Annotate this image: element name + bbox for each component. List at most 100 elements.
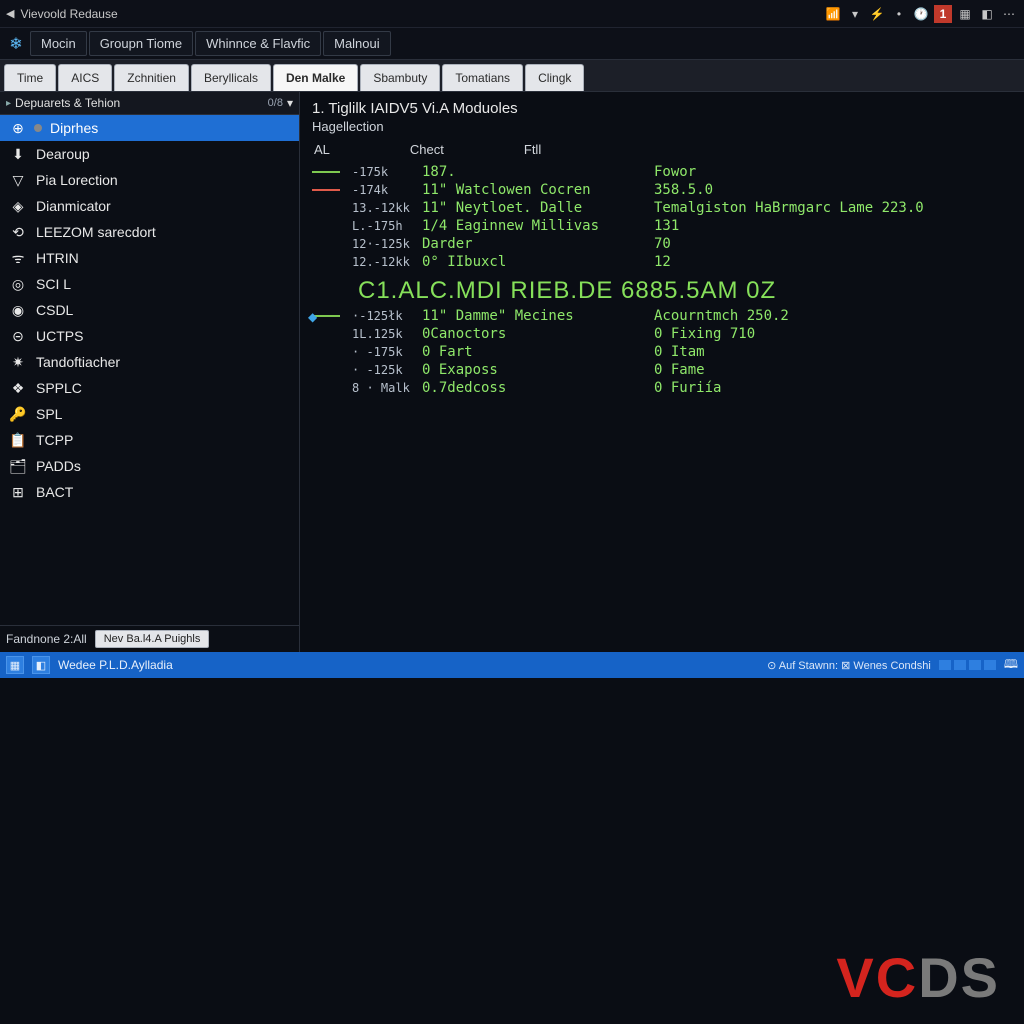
sidebar-item[interactable]: ⊞BACT	[0, 479, 299, 505]
sidebar-item[interactable]: 📋TCPP	[0, 427, 299, 453]
row-tick: L.-175h	[352, 219, 410, 233]
sidebar-item[interactable]: ◎ SCI L	[0, 271, 299, 297]
sidebar-footer: Fandnone 2:All Nev Ba.l4.A Puighls	[0, 625, 299, 652]
titlebar-text: Vievoold Redause	[20, 7, 117, 21]
tree-item-label: SCI L	[36, 276, 71, 292]
tree-item-icon: ▽	[8, 170, 28, 190]
tray-window-icon[interactable]: ◧	[978, 5, 996, 23]
system-tray: 📶 ▾ ⚡ • 🕐 1 ▦ ◧ ⋯	[824, 5, 1018, 23]
sidebar-count-badge: 0/8	[268, 97, 283, 109]
tab-7[interactable]: Clingk	[525, 64, 584, 91]
menu-item-1[interactable]: Groupn Tiome	[89, 31, 193, 56]
diamond-icon: ◆	[308, 310, 317, 324]
row-value-b: 11" Damme" Mecines	[422, 308, 642, 324]
tree-item-icon: ◈	[8, 196, 28, 216]
data-row: 8 · Malk0.7dedcoss0 Furiía	[312, 379, 1012, 397]
row-value-c: 0 Furiía	[654, 380, 721, 396]
sidebar-item[interactable]: ❖SPPLC	[0, 375, 299, 401]
row-value-b: 0° IIbuxcl	[422, 254, 642, 270]
data-row: 12·-125kDarder70	[312, 235, 1012, 253]
row-value-b: 11" Neytloet. Dalle	[422, 200, 642, 216]
tray-pin-icon: •	[890, 5, 908, 23]
sidebar-item[interactable]: ◉CSDL	[0, 297, 299, 323]
chevron-down-icon[interactable]: ▾	[287, 96, 293, 110]
tree-item-label: Dianmicator	[36, 198, 111, 214]
tree-item-label: SPL	[36, 406, 62, 422]
big-code-line: C1.ALC.MDI RIEB.DE 6885.5AM 0Z	[312, 271, 1012, 307]
data-row: -174k11" Watclowen Cocren358.5.0	[312, 181, 1012, 199]
data-row: ·-125łk11" Damme" MecinesAcourntmch 250.…	[312, 307, 1012, 325]
status-icon-1[interactable]: ▦	[6, 656, 24, 674]
row-marker-icon	[312, 387, 340, 389]
row-tick: 13.-12kk	[352, 201, 410, 215]
column-headers: AL Chect Ftll	[312, 142, 1012, 157]
sidebar-item[interactable]: 🗂PADDs	[0, 453, 299, 479]
sidebar-item[interactable]: ⟲ LEEZOM sarecdort	[0, 219, 299, 245]
row-marker-icon	[312, 333, 340, 335]
tree-item-label: UCTPS	[36, 328, 83, 344]
sidebar-item[interactable]: ⊝UCTPS	[0, 323, 299, 349]
row-value-c: Fowor	[654, 164, 696, 180]
data-rows-bottom: ·-125łk11" Damme" MecinesAcourntmch 250.…	[312, 307, 1012, 397]
row-marker-icon	[312, 171, 340, 173]
tab-4[interactable]: Den Malke	[273, 64, 358, 91]
col-c: Ftll	[524, 142, 541, 157]
tab-6[interactable]: Tomatians	[442, 64, 523, 91]
row-value-b: 0 Exaposs	[422, 362, 642, 378]
tray-menu-icon[interactable]: ▦	[956, 5, 974, 23]
tree-item-icon: ✷	[8, 352, 28, 372]
tray-more-icon[interactable]: ⋯	[1000, 5, 1018, 23]
sidebar-item[interactable]: ▽Pia Lorection	[0, 167, 299, 193]
data-rows-top: -175k187.Fowor-174k11" Watclowen Cocren3…	[312, 163, 1012, 271]
sidebar-item[interactable]: ◈ Dianmicator	[0, 193, 299, 219]
tree-item-icon: 🔑	[8, 404, 28, 424]
tree-item-icon: ◉	[8, 300, 28, 320]
tree-item-icon: ᯤ	[8, 248, 28, 268]
col-a: AL	[314, 142, 330, 157]
row-value-c: 0 Fame	[654, 362, 705, 378]
data-row: 1L.125k0Canoctors0 Fixing 710	[312, 325, 1012, 343]
status-book-icon[interactable]: 🕮	[1004, 655, 1018, 676]
tab-0[interactable]: Time	[4, 64, 56, 91]
tree-item-label: SPPLC	[36, 380, 82, 396]
sidebar-item[interactable]: ✷Tandoftiacher	[0, 349, 299, 375]
row-value-b: 1/4 Eaginnew Millivas	[422, 218, 642, 234]
tab-3[interactable]: Beryllicals	[191, 64, 271, 91]
tray-alert-icon[interactable]: 1	[934, 5, 952, 23]
sidebar-item[interactable]: ⬇Dearoup	[0, 141, 299, 167]
back-icon[interactable]: ◀	[6, 7, 14, 20]
row-value-c: Acourntmch 250.2	[654, 308, 789, 324]
tray-clock-icon: 🕐	[912, 5, 930, 23]
content-subheading: Hagellection	[312, 119, 1012, 134]
tree-item-icon: ⊞	[8, 482, 28, 502]
status-icon-2[interactable]: ◧	[32, 656, 50, 674]
sidebar-item[interactable]: 🔑 SPL	[0, 401, 299, 427]
tab-2[interactable]: Zchnitien	[114, 64, 189, 91]
menu-item-3[interactable]: Malnoui	[323, 31, 391, 56]
row-value-c: 70	[654, 236, 671, 252]
sidebar: ▸ Depuarets & Tehion 0/8 ▾ ⊕Diprhes⬇Dear…	[0, 92, 300, 652]
row-value-c: 12	[654, 254, 671, 270]
sidebar-header[interactable]: ▸ Depuarets & Tehion 0/8 ▾	[0, 92, 299, 115]
sidebar-tree: ⊕Diprhes⬇Dearoup▽Pia Lorection ◈ Dianmicat…	[0, 115, 299, 625]
tree-item-icon: 📋	[8, 430, 28, 450]
row-marker-icon	[312, 351, 340, 353]
footer-button[interactable]: Nev Ba.l4.A Puighls	[95, 630, 210, 648]
footer-label: Fandnone 2:All	[6, 632, 87, 646]
tab-5[interactable]: Sbambuty	[360, 64, 440, 91]
sidebar-item[interactable]: ᯤHTRIN	[0, 245, 299, 271]
titlebar: ◀ Vievoold Redause 📶 ▾ ⚡ • 🕐 1 ▦ ◧ ⋯	[0, 0, 1024, 28]
row-tick: · -175k	[352, 345, 410, 359]
tree-item-icon: ◎	[8, 274, 28, 294]
menu-item-0[interactable]: Mocin	[30, 31, 87, 56]
row-value-b: Darder	[422, 236, 642, 252]
row-marker-icon	[312, 243, 340, 245]
tree-item-label: LEEZOM sarecdort	[36, 224, 156, 240]
tree-item-icon: 🗂	[8, 456, 28, 476]
tree-item-icon: ⟲	[8, 222, 28, 242]
menu-item-2[interactable]: Whinnce & Flavfic	[195, 31, 321, 56]
tab-1[interactable]: AICS	[58, 64, 112, 91]
row-marker-icon	[312, 207, 340, 209]
sidebar-item[interactable]: ⊕Diprhes	[0, 115, 299, 141]
tray-battery-icon: ⚡	[868, 5, 886, 23]
